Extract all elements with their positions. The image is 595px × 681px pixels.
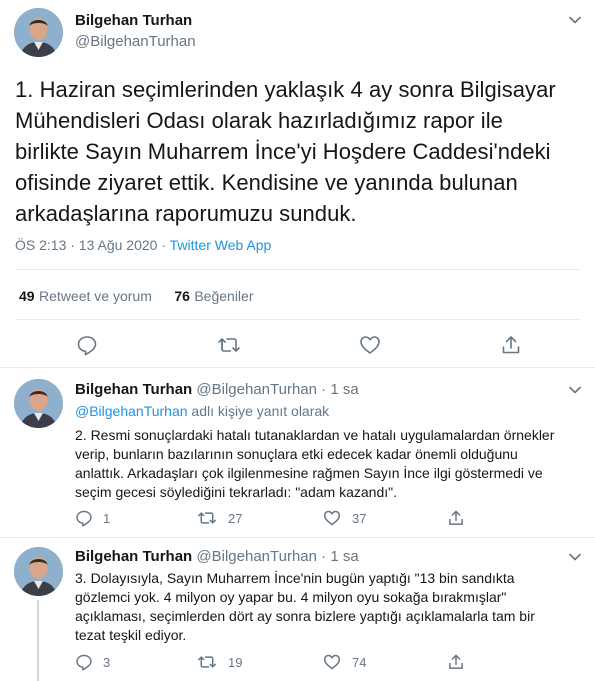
tweet-text-line: birlikte Sayın Muharrem İnce'yi Hoşdere … (15, 139, 551, 164)
reply-text-line: gözlemci yok. 4 milyon oy yapar bu. 4 mi… (75, 589, 507, 605)
reply-icon[interactable] (75, 653, 93, 671)
share-icon[interactable] (447, 653, 465, 671)
author-handle[interactable]: @BilgehanTurhan (196, 548, 317, 565)
like-icon[interactable] (359, 334, 381, 356)
reply-time[interactable]: · 1 sa (321, 548, 359, 565)
tweet-text-line: Mühendisleri Odası olarak hazırladığımız… (15, 108, 503, 133)
retweets-count: 27 (228, 511, 243, 526)
reply-time[interactable]: · 1 sa (321, 381, 359, 398)
divider (15, 269, 580, 270)
reply-header: Bilgehan Turhan @BilgehanTurhan · 1 sa (75, 548, 359, 565)
likes-count: 74 (352, 655, 367, 670)
chevron-down-icon[interactable] (568, 550, 582, 564)
reply-icon[interactable] (76, 334, 98, 356)
reply-text-line: 3. Dolayısıyla, Sayın Muharrem İnce'nin … (75, 570, 515, 586)
thread-line (37, 600, 39, 681)
replying-to-handle[interactable]: @BilgehanTurhan (75, 403, 188, 419)
likes-label: Beğeniler (194, 288, 254, 304)
share-icon[interactable] (447, 509, 465, 527)
likes-count: 76 (174, 288, 190, 304)
like-icon[interactable] (323, 509, 341, 527)
reply-text-line: seçim gecesi söylediğini tekrarladı: "ad… (75, 484, 397, 500)
divider (0, 537, 595, 538)
reply-action-bar: 3 19 74 (75, 653, 475, 673)
reply-text-line: açıklaması, seçimlerden dört ay sonra bi… (75, 608, 535, 624)
timestamp[interactable]: ÖS 2:13 · 13 Ağu 2020 · (15, 237, 170, 253)
replies-count: 1 (103, 511, 111, 526)
avatar[interactable] (14, 8, 63, 57)
replies-count: 3 (103, 655, 111, 670)
replying-to: @BilgehanTurhan adlı kişiye yanıt olarak (75, 403, 329, 419)
tweet-text-line: arkadaşlarına raporumuzu sunduk. (15, 201, 357, 226)
retweet-icon[interactable] (217, 334, 241, 356)
reply-text: 2. Resmi sonuçlardaki hatalı tutanaklard… (75, 426, 590, 502)
likes-stat[interactable]: 76 Beğeniler (174, 288, 253, 305)
retweet-icon[interactable] (197, 653, 217, 671)
reply-action-bar: 1 27 37 (75, 509, 475, 529)
likes-count: 37 (352, 511, 367, 526)
reply-icon[interactable] (75, 509, 93, 527)
author-handle[interactable]: @BilgehanTurhan (196, 381, 317, 398)
author-name[interactable]: Bilgehan Turhan (75, 548, 192, 565)
author-name[interactable]: Bilgehan Turhan (75, 381, 192, 398)
reply-text-line: verip, bunların bazılarının sonuçlara et… (75, 446, 518, 462)
retweets-count: 49 (19, 288, 35, 304)
retweets-label: Retweet ve yorum (39, 288, 152, 304)
reply-text-line: anlattık. Arkadaşları çok ilgilenmesine … (75, 465, 543, 481)
like-icon[interactable] (323, 653, 341, 671)
tweet-text-line: ofisinde ziyaret ettik. Kendisine ve yan… (15, 170, 518, 195)
author-handle[interactable]: @BilgehanTurhan (75, 33, 196, 50)
share-icon[interactable] (500, 334, 522, 356)
chevron-down-icon[interactable] (568, 13, 582, 27)
reply-text-line: tezat teşkil ediyor. (75, 627, 187, 643)
replying-to-label: adlı kişiye yanıt olarak (187, 403, 330, 419)
retweets-count: 19 (228, 655, 243, 670)
avatar[interactable] (14, 379, 63, 428)
reply-text-line: 2. Resmi sonuçlardaki hatalı tutanaklard… (75, 427, 555, 443)
retweets-stat[interactable]: 49 Retweet ve yorum (19, 288, 156, 305)
source-link[interactable]: Twitter Web App (170, 237, 272, 253)
reply-header: Bilgehan Turhan @BilgehanTurhan · 1 sa (75, 381, 359, 398)
tweet-stats: 49 Retweet ve yorum 76 Beğeniler (19, 288, 254, 306)
avatar[interactable] (14, 547, 63, 596)
divider (0, 367, 595, 368)
chevron-down-icon[interactable] (568, 383, 582, 397)
tweet-meta: ÖS 2:13 · 13 Ağu 2020 · Twitter Web App (15, 237, 271, 253)
tweet-text-line: 1. Haziran seçimlerinden yaklaşık 4 ay s… (15, 77, 556, 102)
reply-text: 3. Dolayısıyla, Sayın Muharrem İnce'nin … (75, 569, 590, 645)
tweet-text: 1. Haziran seçimlerinden yaklaşık 4 ay s… (15, 74, 590, 229)
divider (15, 319, 580, 320)
retweet-icon[interactable] (197, 509, 217, 527)
author-name[interactable]: Bilgehan Turhan (75, 12, 192, 29)
